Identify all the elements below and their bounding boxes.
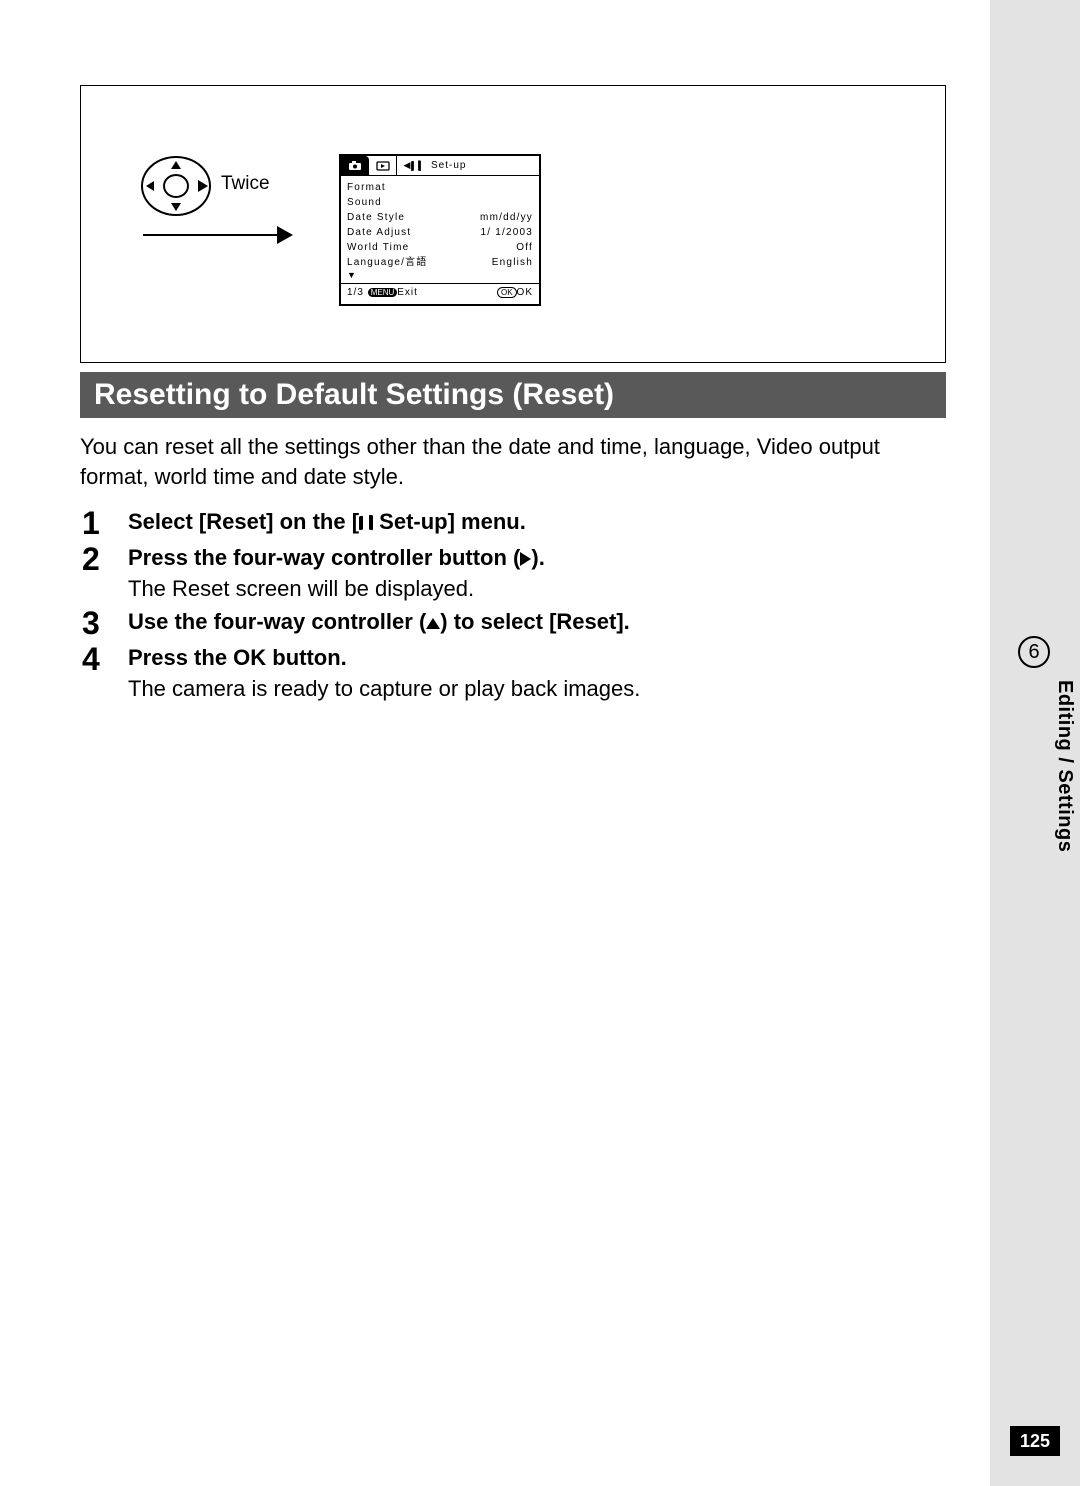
four-way-controller-icon: [141, 156, 211, 216]
footer-left: 1/3 MENUExit: [347, 287, 418, 298]
lcd-menu-body: Format Sound Date Style mm/dd/yy Date Adj…: [341, 176, 539, 284]
ok-pill-icon: OK: [497, 287, 517, 298]
lcd-tabs: ◀ Set-up: [341, 156, 539, 176]
menu-pill-icon: MENU: [368, 288, 398, 297]
step-number: 4: [82, 642, 128, 704]
menu-value: English: [492, 255, 533, 270]
step-title: Use the four-way controller () to select…: [128, 606, 932, 638]
menu-value: Off: [516, 240, 533, 255]
step-description: The camera is ready to capture or play b…: [128, 674, 932, 704]
step-title: Press the four-way controller button ().: [128, 542, 932, 574]
figure-box: Twice ◀ Set-up Format Sound Date Style mm…: [80, 85, 946, 363]
intro-paragraph: You can reset all the settings other tha…: [80, 432, 930, 492]
section-heading: Resetting to Default Settings (Reset): [80, 372, 946, 418]
step-number: 2: [82, 542, 128, 604]
lcd-footer: 1/3 MENUExit OKOK: [341, 284, 539, 301]
step-title: Press the OK button.: [128, 642, 932, 674]
menu-item: World Time: [347, 240, 409, 255]
setup-tab-icon: ◀: [397, 156, 429, 175]
step-2: 2 Press the four-way controller button (…: [82, 542, 932, 604]
playback-tab-icon: [369, 156, 397, 175]
page: 6 Editing / Settings 125 Twice: [0, 0, 1080, 1486]
setup-tab-label: Set-up: [429, 156, 539, 175]
step-3: 3 Use the four-way controller () to sele…: [82, 606, 932, 640]
controller-diagram: [141, 156, 211, 216]
section-vertical-label: Editing / Settings: [991, 680, 1076, 852]
setup-tool-icon: [359, 515, 373, 531]
step-number: 3: [82, 606, 128, 640]
step-4: 4 Press the OK button. The camera is rea…: [82, 642, 932, 704]
menu-item: Language/言語: [347, 255, 427, 270]
steps-list: 1 Select [Reset] on the [ Set-up] menu. …: [82, 504, 932, 704]
menu-item: Date Adjust: [347, 225, 411, 240]
lcd-screen: ◀ Set-up Format Sound Date Style mm/dd/yy…: [339, 154, 541, 306]
step-1: 1 Select [Reset] on the [ Set-up] menu.: [82, 506, 932, 540]
twice-label: Twice: [221, 173, 270, 195]
step-title: Select [Reset] on the [ Set-up] menu.: [128, 506, 932, 538]
menu-value: mm/dd/yy: [480, 210, 533, 225]
camera-tab-icon: [341, 156, 369, 175]
step-number: 1: [82, 506, 128, 540]
menu-item: Sound: [347, 195, 382, 210]
side-gutter: 6 Editing / Settings 125: [990, 0, 1080, 1486]
scroll-down-icon: ▼: [347, 270, 533, 280]
chapter-number-circle: 6: [1018, 636, 1050, 668]
right-triangle-icon: [520, 552, 531, 566]
menu-item: Date Style: [347, 210, 405, 225]
page-number: 125: [1010, 1426, 1060, 1456]
menu-item: Format: [347, 180, 386, 195]
arrow-right-icon: [143, 234, 291, 236]
menu-value: 1/ 1/2003: [480, 225, 533, 240]
footer-right: OKOK: [497, 287, 533, 298]
step-description: The Reset screen will be displayed.: [128, 574, 932, 604]
up-triangle-icon: [426, 618, 440, 629]
